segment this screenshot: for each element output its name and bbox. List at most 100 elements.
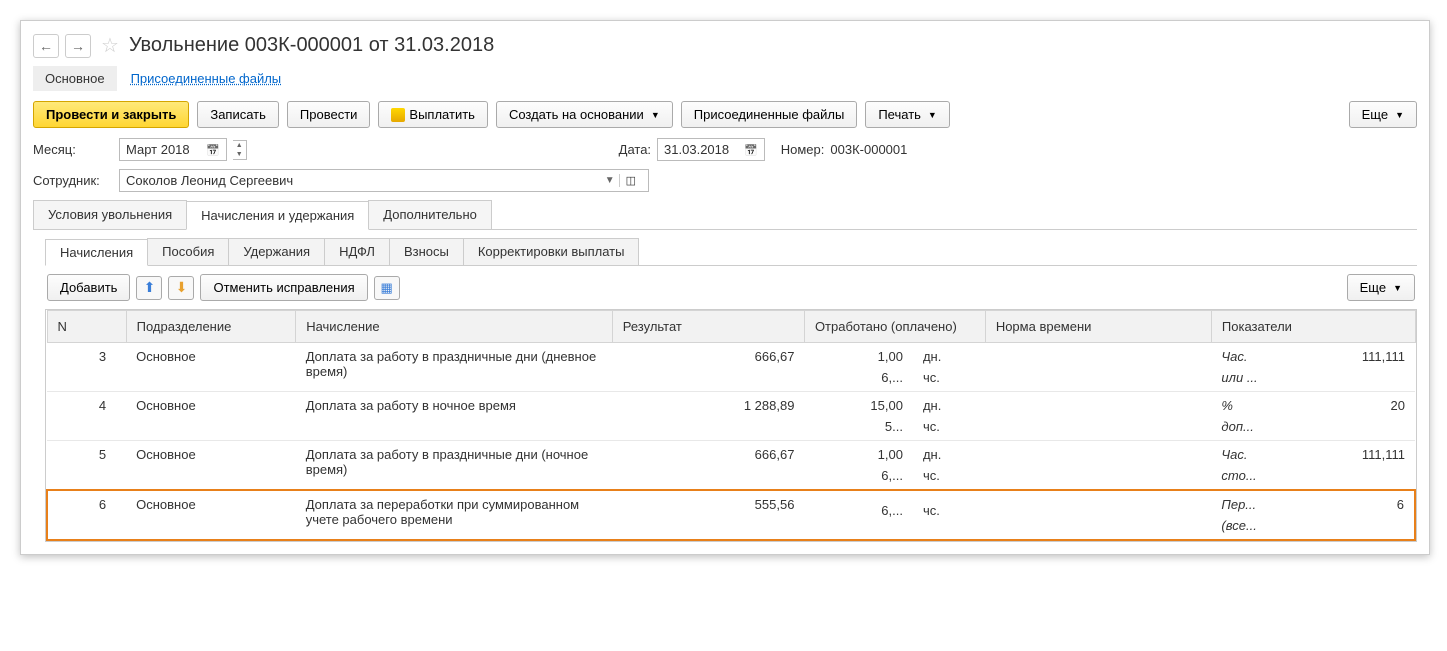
month-input[interactable]: Март 2018 [119, 138, 227, 161]
employee-input[interactable]: Соколов Леонид Сергеевич ▼ ◫ [119, 169, 649, 192]
col-indicators[interactable]: Показатели [1211, 311, 1415, 343]
nav-forward-button[interactable]: → [65, 34, 91, 58]
cell-indicator-value: 111,111 [1302, 441, 1415, 491]
sub-toolbar: Добавить ⬆ ⬇ Отменить исправления ▦ Еще▼ [45, 274, 1417, 301]
cell-accrual: Доплата за переработки при суммированном… [296, 490, 613, 540]
cell-n: 4 [47, 392, 126, 441]
month-label: Месяц: [33, 142, 113, 157]
table-row[interactable]: 5 Основное Доплата за работу в праздничн… [47, 441, 1415, 491]
col-n[interactable]: N [47, 311, 126, 343]
more-button[interactable]: Еще▼ [1349, 101, 1417, 128]
subtab-contributions[interactable]: Взносы [389, 238, 464, 265]
add-button[interactable]: Добавить [47, 274, 130, 301]
chevron-down-icon: ▼ [928, 110, 937, 120]
create-based-on-button[interactable]: Создать на основании▼ [496, 101, 673, 128]
nav-back-button[interactable]: ← [33, 34, 59, 58]
cell-norm [985, 490, 1211, 540]
accruals-grid[interactable]: N Подразделение Начисление Результат Отр… [46, 310, 1416, 541]
employee-label: Сотрудник: [33, 173, 113, 188]
number-label: Номер: [781, 142, 825, 157]
post-button[interactable]: Провести [287, 101, 371, 128]
cell-norm [985, 392, 1211, 441]
favorite-star-icon[interactable]: ☆ [101, 33, 119, 58]
move-down-button[interactable]: ⬇ [168, 276, 194, 300]
print-button[interactable]: Печать▼ [865, 101, 950, 128]
toolbar: Провести и закрыть Записать Провести Вып… [33, 101, 1417, 128]
cell-worked-unit: дн.чс. [913, 343, 985, 392]
cell-worked-unit: чс. [913, 490, 985, 540]
col-worked[interactable]: Отработано (оплачено) [804, 311, 985, 343]
cell-result: 666,67 [612, 441, 804, 491]
open-icon[interactable]: ◫ [619, 174, 642, 187]
cell-norm [985, 441, 1211, 491]
cell-department: Основное [126, 392, 296, 441]
chevron-down-icon: ▼ [651, 110, 660, 120]
save-button[interactable]: Записать [197, 101, 279, 128]
page-title: Увольнение 003К-000001 от 31.03.2018 [129, 34, 494, 57]
cell-accrual: Доплата за работу в ночное время [296, 392, 613, 441]
cell-worked-amount: 15,005... [804, 392, 913, 441]
cell-indicator-value: 111,111 [1302, 343, 1415, 392]
date-label: Дата: [619, 142, 651, 157]
cell-result: 666,67 [612, 343, 804, 392]
cell-department: Основное [126, 441, 296, 491]
cell-worked-amount: 6,... [804, 490, 913, 540]
chevron-down-icon: ▼ [1395, 110, 1404, 120]
cancel-corrections-button[interactable]: Отменить исправления [200, 274, 367, 301]
tab-dismissal-conditions[interactable]: Условия увольнения [33, 200, 187, 229]
subtab-deductions[interactable]: Удержания [228, 238, 325, 265]
row-month-date-number: Месяц: Март 2018 ▲▼ Дата: 31.03.2018 Ном… [33, 138, 1417, 161]
subtab-accruals[interactable]: Начисления [45, 239, 148, 266]
cell-n: 5 [47, 441, 126, 491]
table-row[interactable]: 4 Основное Доплата за работу в ночное вр… [47, 392, 1415, 441]
month-stepper[interactable]: ▲▼ [233, 140, 247, 160]
tab-additional[interactable]: Дополнительно [368, 200, 492, 229]
money-icon [391, 108, 405, 122]
cell-accrual: Доплата за работу в праздничные дни (ноч… [296, 441, 613, 491]
subtab-corrections[interactable]: Корректировки выплаты [463, 238, 640, 265]
col-department[interactable]: Подразделение [126, 311, 296, 343]
table-row[interactable]: 6 Основное Доплата за переработки при су… [47, 490, 1415, 540]
col-norm[interactable]: Норма времени [985, 311, 1211, 343]
cell-indicator-name: Час.сто... [1211, 441, 1301, 491]
grid-more-button[interactable]: Еще▼ [1347, 274, 1415, 301]
cell-worked-unit: дн.чс. [913, 441, 985, 491]
calendar-icon[interactable] [206, 142, 220, 157]
tab-main[interactable]: Основное [33, 66, 117, 91]
cell-norm [985, 343, 1211, 392]
subtab-benefits[interactable]: Пособия [147, 238, 229, 265]
subtab-ndfl[interactable]: НДФЛ [324, 238, 390, 265]
chevron-down-icon[interactable]: ▼ [601, 175, 619, 186]
tab-attached-files[interactable]: Присоединенные файлы [119, 66, 294, 91]
post-and-close-button[interactable]: Провести и закрыть [33, 101, 189, 128]
header: ← → ☆ Увольнение 003К-000001 от 31.03.20… [33, 33, 1417, 58]
cell-result: 555,56 [612, 490, 804, 540]
cell-indicator-name: Час.или ... [1211, 343, 1301, 392]
cell-indicator-value: 20 [1302, 392, 1415, 441]
pay-button[interactable]: Выплатить [378, 101, 488, 128]
cell-department: Основное [126, 490, 296, 540]
date-input[interactable]: 31.03.2018 [657, 138, 765, 161]
tab-accruals-deductions[interactable]: Начисления и удержания [186, 201, 369, 230]
table-row[interactable]: 3 Основное Доплата за работу в праздничн… [47, 343, 1415, 392]
cell-accrual: Доплата за работу в праздничные дни (дне… [296, 343, 613, 392]
sub-tabs: Начисления Пособия Удержания НДФЛ Взносы… [45, 238, 1417, 266]
row-employee: Сотрудник: Соколов Леонид Сергеевич ▼ ◫ [33, 169, 1417, 192]
cell-department: Основное [126, 343, 296, 392]
configure-columns-button[interactable]: ▦ [374, 276, 400, 300]
cell-n: 6 [47, 490, 126, 540]
cell-result: 1 288,89 [612, 392, 804, 441]
calendar-icon[interactable] [744, 142, 758, 157]
cell-worked-amount: 1,006,... [804, 441, 913, 491]
number-value: 003К-000001 [830, 142, 907, 157]
top-tabs: Основное Присоединенные файлы [33, 66, 1417, 91]
col-accrual[interactable]: Начисление [296, 311, 613, 343]
cell-indicator-name: Пер...(все... [1211, 490, 1301, 540]
move-up-button[interactable]: ⬆ [136, 276, 162, 300]
attached-files-button[interactable]: Присоединенные файлы [681, 101, 858, 128]
cell-worked-unit: дн.чс. [913, 392, 985, 441]
cell-indicator-name: %доп... [1211, 392, 1301, 441]
cell-n: 3 [47, 343, 126, 392]
cell-indicator-value: 6 [1302, 490, 1415, 540]
col-result[interactable]: Результат [612, 311, 804, 343]
